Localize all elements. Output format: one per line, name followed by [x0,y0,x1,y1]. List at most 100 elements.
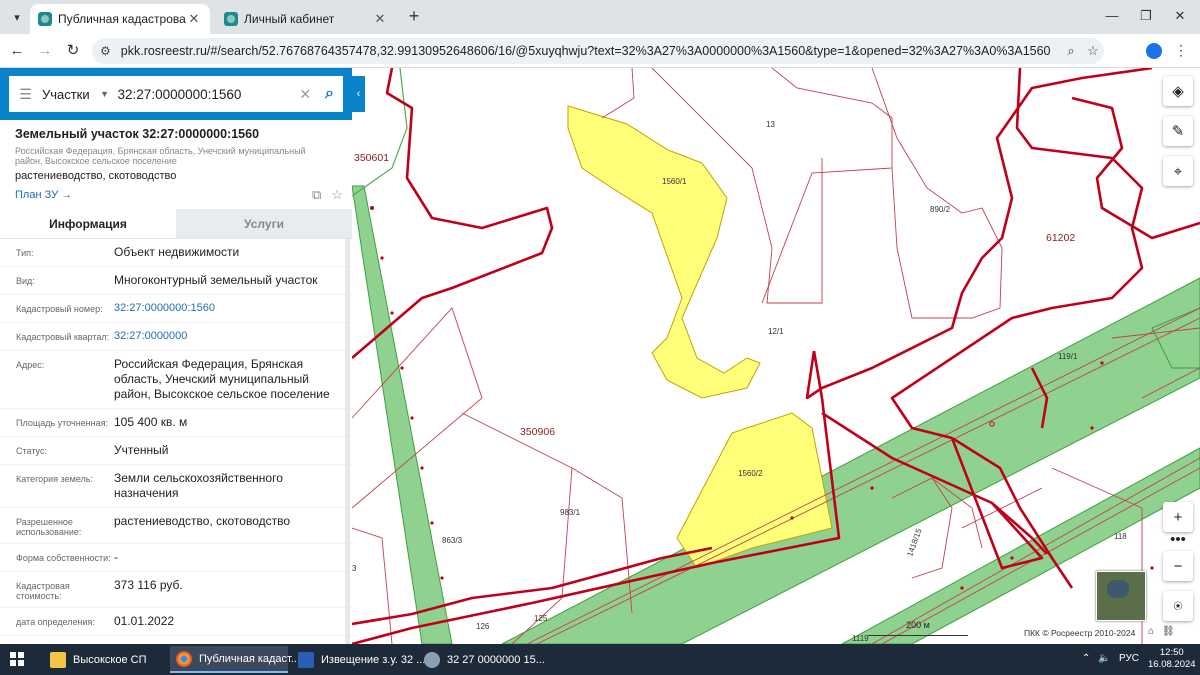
close-window-icon[interactable]: ✕ [1170,8,1190,26]
info-key: Категория земель: [16,474,93,484]
clear-icon[interactable]: ✕ [295,86,316,103]
info-key: Тип: [16,248,34,258]
windows-start-icon[interactable] [10,652,24,666]
info-value: Объект недвижимости [114,245,240,259]
satellite-layer-thumbnail[interactable] [1096,571,1146,621]
info-key: Адрес: [16,360,45,370]
volume-icon[interactable]: 🔈 [1098,653,1110,664]
tab-services[interactable]: Услуги [176,209,352,238]
search-type-select[interactable]: Участки [42,87,100,102]
zoom-out-button[interactable]: − [1163,551,1193,581]
info-value: - [114,550,118,564]
compass-icon[interactable]: ⍟ [1163,591,1193,621]
menu-icon[interactable]: ☰ [9,86,42,103]
photo-viewer-icon [424,651,440,668]
taskbar-chrome[interactable]: Публичная кадаст... [170,646,300,673]
browser-menu-icon[interactable]: ⋮ [1174,42,1188,59]
rosreestr-favicon [224,12,238,26]
favorite-star-icon[interactable]: ☆ [331,187,343,202]
map-label: 890/2 [930,205,951,214]
taskbar-label: Публичная кадаст... [199,652,301,665]
tab-cabinet[interactable]: Личный кабинет ✕ [216,4,396,34]
info-row: Кадастровый квартал: 32:27:0000000 [0,323,352,351]
bookmark-star-icon[interactable]: ☆ [1082,43,1104,59]
panel-scrollbar[interactable] [345,239,350,644]
ruler-icon[interactable]: ✎ [1163,116,1193,146]
new-tab-button[interactable]: + [404,7,424,27]
map-label: 1560/1 [662,177,687,186]
info-key: Статус: [16,446,47,456]
zoom-icon[interactable]: ⌕ [1060,43,1082,59]
info-row: Категория земель: Земли сельскохозяйствен… [0,465,352,508]
map-label: 126 [476,622,490,631]
info-value-link[interactable]: 32:27:0000000:1560 [114,301,352,316]
info-value: Российская Федерация, Брянская область, … [114,357,330,401]
taskbar-viewer[interactable]: 32 27 0000000 15... [418,646,545,673]
info-row: Вид: Многоконтурный земельный участок [0,267,352,295]
address-bar[interactable]: ⚙ pkk.rosreestr.ru/#/search/52.767687643… [92,38,1104,64]
info-key: Площадь уточненная: [16,418,108,428]
parcel-purpose: растениеводство, скотоводство [15,170,177,182]
search-icon[interactable]: ⌕ [316,85,343,103]
collapse-panel-icon[interactable]: ‹ [352,76,365,112]
map-label: 118 [1114,532,1127,541]
maximize-icon[interactable]: ❐ [1136,8,1156,26]
profile-avatar[interactable] [1146,43,1162,59]
tab-title: Личный кабинет [244,12,335,26]
info-key: Разрешенное использование: [16,517,82,537]
reload-icon[interactable]: ↻ [64,42,82,60]
info-tabs: Информация Услуги [0,209,352,239]
map-copyright: ПКК © Росреестр 2010-2024 [1024,628,1136,638]
url-text[interactable]: pkk.rosreestr.ru/#/search/52.76768764357… [121,44,1060,58]
locate-icon[interactable]: ⌖ [1163,156,1193,186]
map-label: 13 [766,120,775,129]
home-icon[interactable]: ⌂ [1148,626,1162,637]
close-tab-icon[interactable]: ✕ [372,11,388,27]
plan-link[interactable]: План ЗУ → [15,189,72,201]
info-value: 373 116 руб. [114,578,183,592]
info-key: Вид: [16,276,35,286]
info-value: Земли сельскохозяйственного назначения [114,471,283,500]
layers-icon[interactable]: ◈ [1163,76,1193,106]
site-info-icon[interactable]: ⚙ [100,44,111,58]
tab-information[interactable]: Информация [0,209,176,238]
info-row: Кадастровый номер: 32:27:0000000:1560 [0,295,352,323]
taskbar-label: 32 27 0000000 15... [447,653,545,666]
plan-link-label[interactable]: План ЗУ [15,189,58,201]
report-icon[interactable]: ⧉ [312,187,321,202]
parcel-address: Российская Федерация, Брянская область, … [15,146,306,166]
taskbar-folder[interactable]: Высокское СП [44,646,164,673]
back-icon[interactable]: ← [8,42,26,60]
chevron-down-icon[interactable]: ▼ [100,89,117,99]
forward-icon[interactable]: → [36,42,54,60]
info-panel: ☰ Участки ▼ ✕ ⌕ Земельный участок 32:27:… [0,68,352,644]
info-row: Кадастровая стоимость: 373 116 руб. [0,572,352,608]
chrome-icon [176,650,192,667]
info-key: Кадастровый номер: [16,304,103,314]
info-value-link[interactable]: 32:27:0000000 [114,329,352,344]
map-label: 119/1 [1058,352,1078,361]
info-row: Площадь уточненная: 105 400 кв. м [0,409,352,437]
word-icon [298,651,314,668]
taskbar-word[interactable]: Извещение з.у. 32 ... [292,646,425,673]
language-indicator[interactable]: РУС [1119,653,1139,664]
close-tab-icon[interactable]: ✕ [186,11,202,27]
parcel-1560-1 [567,105,761,399]
taskbar-label: Высокское СП [73,653,147,666]
cadastral-map[interactable]: 350601 13 1560/1 890/2 61202 12/1 119/1 … [352,68,1200,644]
tray-chevron-icon[interactable]: ⌃ [1082,653,1090,664]
more-icon[interactable]: ••• [1163,528,1193,550]
info-row: Тип: Объект недвижимости [0,239,352,267]
parcel-actions: ⧉ ☆ [302,187,343,203]
info-key: дата определения: [16,617,95,627]
taskbar-label: Извещение з.у. 32 ... [321,653,426,666]
map-label: 1560/2 [738,469,763,478]
minimize-icon[interactable]: — [1102,8,1122,26]
search-input[interactable] [117,86,295,102]
info-row: дата определения: 01.01.2022 [0,608,352,636]
tab-pkk[interactable]: Публичная кадастровая карта ✕ [30,4,210,34]
system-clock[interactable]: 12:50 16.08.2024 [1148,647,1196,671]
info-value: 105 400 кв. м [114,415,188,429]
tab-search-icon[interactable]: ▾ [6,6,28,28]
link-icon[interactable]: ⛓ [1162,626,1183,637]
